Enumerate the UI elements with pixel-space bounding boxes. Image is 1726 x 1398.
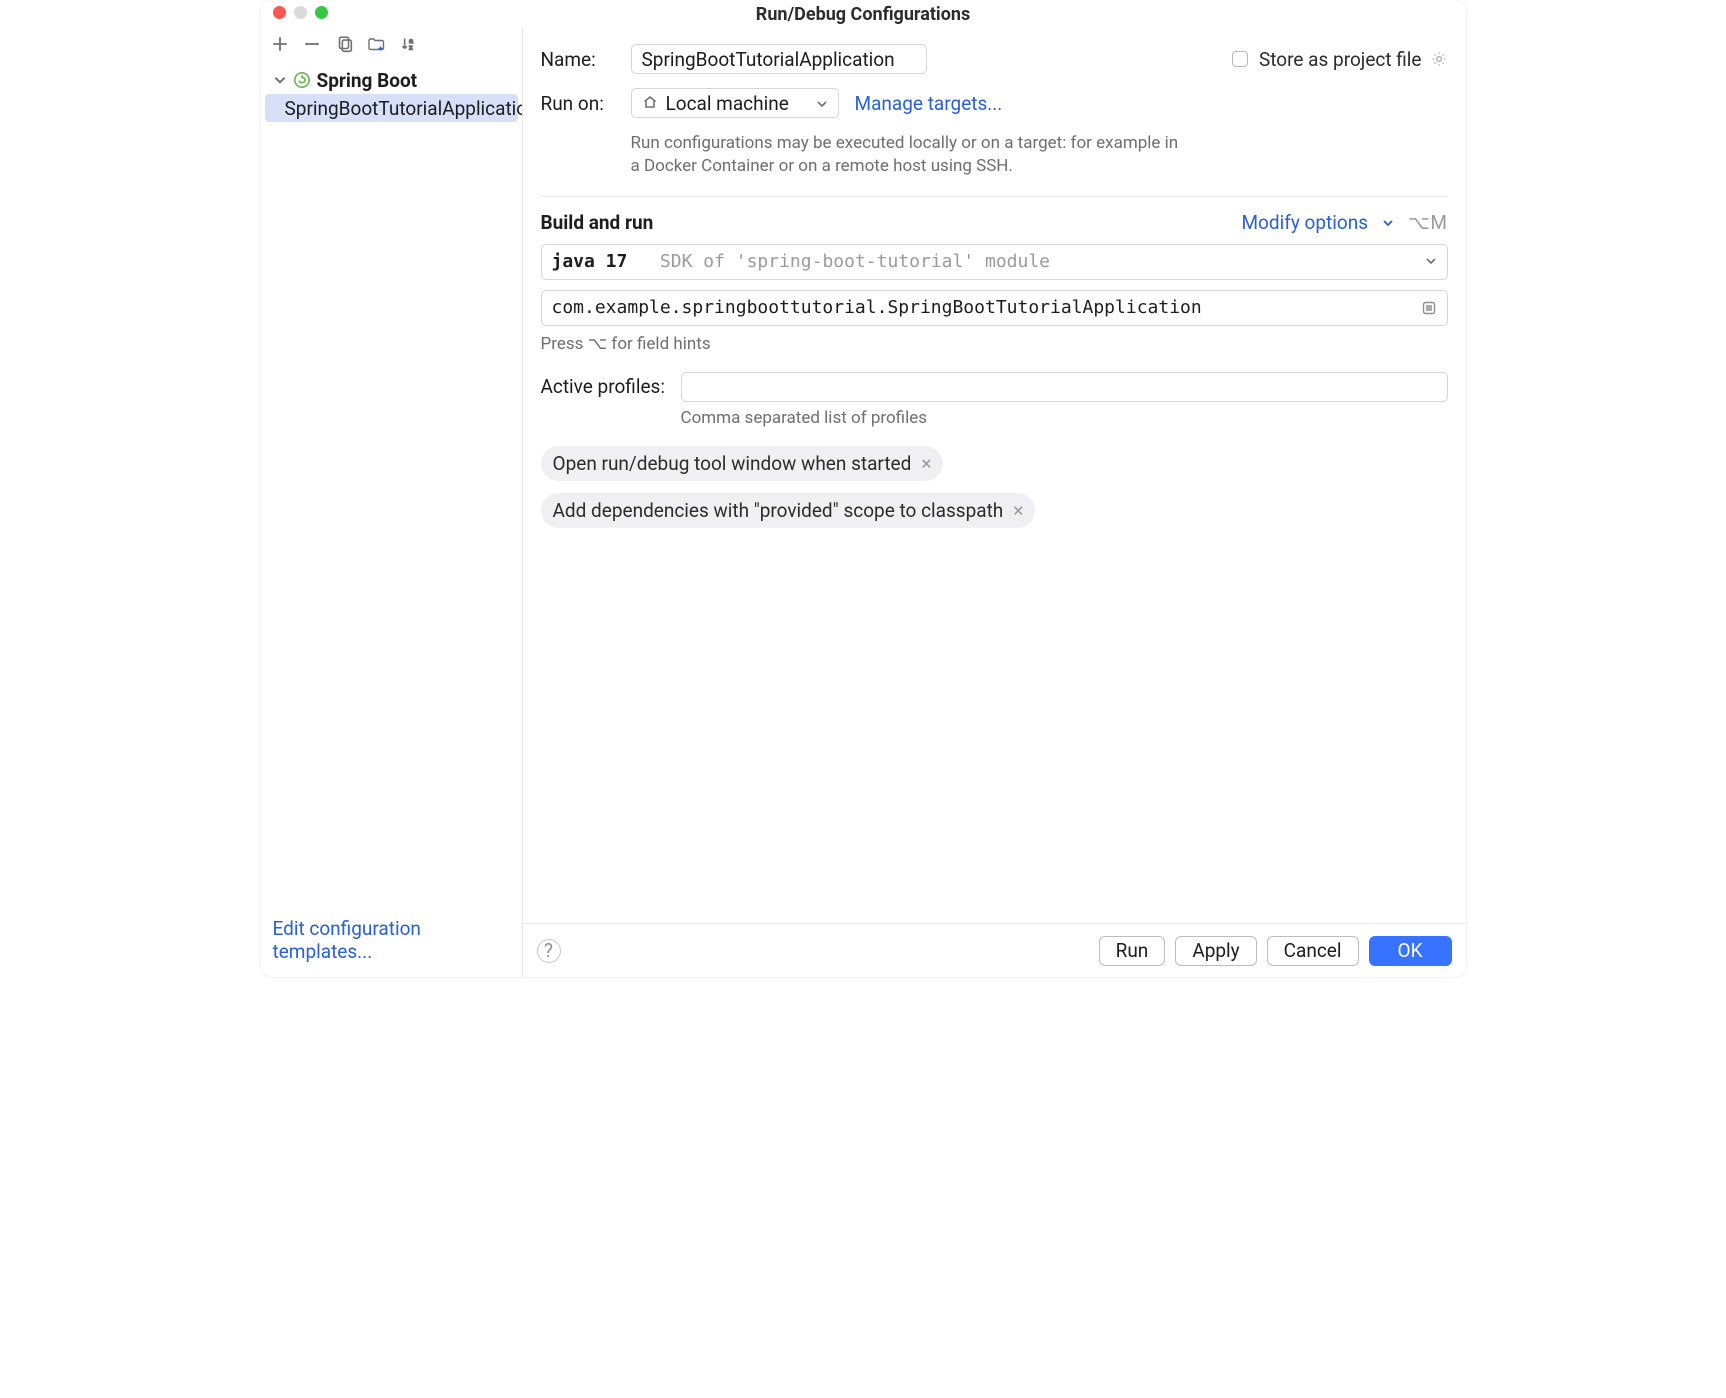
chip-label: Add dependencies with "provided" scope t… bbox=[553, 499, 1004, 522]
jre-selector[interactable]: java 17 SDK of 'spring-boot-tutorial' mo… bbox=[541, 244, 1448, 280]
tree-item-springboottutorialapplication[interactable]: SpringBootTutorialApplication bbox=[265, 94, 518, 122]
tree-group-spring-boot[interactable]: Spring Boot bbox=[265, 66, 518, 94]
close-icon[interactable]: × bbox=[921, 452, 931, 475]
options-chips: Open run/debug tool window when started … bbox=[541, 446, 1448, 528]
section-separator bbox=[541, 196, 1448, 197]
form-scroll-area: Name: Store as project file Run on: bbox=[523, 28, 1466, 923]
zoom-window-dot[interactable] bbox=[315, 6, 328, 19]
help-icon[interactable]: ? bbox=[537, 939, 561, 963]
run-on-row: Run on: Local machine Manage targets... bbox=[541, 88, 1448, 118]
configurations-sidebar: az Spring Boot SpringBootTutorialAppl bbox=[261, 28, 523, 977]
chevron-down-icon bbox=[816, 92, 828, 115]
chevron-down-icon bbox=[1382, 211, 1394, 234]
run-target-value: Local machine bbox=[666, 92, 789, 115]
dialog-body: az Spring Boot SpringBootTutorialAppl bbox=[261, 28, 1466, 977]
active-profiles-hint: Comma separated list of profiles bbox=[681, 408, 1448, 428]
run-on-label: Run on: bbox=[541, 92, 615, 115]
run-button[interactable]: Run bbox=[1099, 936, 1166, 966]
run-debug-configurations-window: Run/Debug Configurations az bbox=[261, 0, 1466, 977]
chevron-down-icon bbox=[273, 73, 287, 87]
name-input[interactable] bbox=[631, 44, 927, 74]
name-row: Name: Store as project file bbox=[541, 44, 1448, 74]
jre-secondary: SDK of 'spring-boot-tutorial' module bbox=[660, 251, 1050, 272]
home-icon bbox=[642, 92, 658, 115]
build-and-run-title: Build and run bbox=[541, 211, 654, 234]
chevron-down-icon bbox=[1425, 251, 1437, 272]
manage-targets-link[interactable]: Manage targets... bbox=[855, 92, 1003, 115]
apply-button[interactable]: Apply bbox=[1175, 936, 1256, 966]
configuration-form: Name: Store as project file Run on: bbox=[523, 28, 1466, 977]
modify-options-shortcut: ⌥M bbox=[1408, 211, 1447, 234]
folder-add-icon[interactable] bbox=[367, 35, 385, 53]
close-icon[interactable]: × bbox=[1013, 499, 1023, 522]
minimize-window-dot[interactable] bbox=[294, 6, 307, 19]
titlebar: Run/Debug Configurations bbox=[261, 0, 1466, 28]
window-title: Run/Debug Configurations bbox=[756, 4, 970, 25]
chip-provided-scope[interactable]: Add dependencies with "provided" scope t… bbox=[541, 493, 1036, 528]
main-class-field[interactable]: com.example.springboottutorial.SpringBoo… bbox=[541, 290, 1448, 326]
run-on-hint: Run configurations may be executed local… bbox=[631, 132, 1191, 178]
svg-text:z: z bbox=[409, 45, 413, 52]
cancel-button[interactable]: Cancel bbox=[1267, 936, 1359, 966]
field-hints: Press ⌥ for field hints bbox=[541, 334, 1448, 354]
active-profiles-input[interactable] bbox=[681, 372, 1448, 402]
store-as-project-file[interactable]: Store as project file bbox=[1228, 48, 1448, 71]
jre-primary: java 17 bbox=[552, 251, 628, 272]
traffic-lights bbox=[273, 6, 328, 19]
tree-group-label: Spring Boot bbox=[317, 69, 418, 92]
active-profiles-label: Active profiles: bbox=[541, 375, 667, 398]
main-class-value: com.example.springboottutorial.SpringBoo… bbox=[552, 297, 1202, 318]
close-window-dot[interactable] bbox=[273, 6, 286, 19]
configurations-tree[interactable]: Spring Boot SpringBootTutorialApplicatio… bbox=[261, 60, 522, 902]
edit-configuration-templates-link[interactable]: Edit configuration templates... bbox=[273, 917, 421, 963]
build-and-run-header: Build and run Modify options ⌥M bbox=[541, 211, 1448, 234]
copy-config-icon[interactable] bbox=[335, 35, 353, 53]
sidebar-toolbar: az bbox=[261, 28, 522, 60]
modify-options-label: Modify options bbox=[1241, 211, 1368, 234]
chip-label: Open run/debug tool window when started bbox=[553, 452, 912, 475]
name-label: Name: bbox=[541, 48, 615, 71]
tree-item-label: SpringBootTutorialApplication bbox=[285, 97, 522, 120]
dialog-footer: ? Run Apply Cancel OK bbox=[523, 923, 1466, 977]
store-label: Store as project file bbox=[1259, 48, 1422, 71]
store-checkbox[interactable] bbox=[1232, 51, 1248, 67]
modify-options[interactable]: Modify options ⌥M bbox=[1241, 211, 1447, 234]
spring-boot-icon bbox=[293, 71, 311, 89]
list-icon[interactable] bbox=[1421, 300, 1437, 316]
ok-button[interactable]: OK bbox=[1369, 936, 1452, 966]
chip-open-tool-window[interactable]: Open run/debug tool window when started … bbox=[541, 446, 944, 481]
remove-config-icon[interactable] bbox=[303, 35, 321, 53]
add-config-icon[interactable] bbox=[271, 35, 289, 53]
sort-config-icon[interactable]: az bbox=[399, 35, 417, 53]
run-target-combobox[interactable]: Local machine bbox=[631, 88, 839, 118]
gear-icon[interactable] bbox=[1430, 50, 1448, 68]
sidebar-footer: Edit configuration templates... bbox=[261, 902, 522, 977]
active-profiles-row: Active profiles: bbox=[541, 372, 1448, 402]
